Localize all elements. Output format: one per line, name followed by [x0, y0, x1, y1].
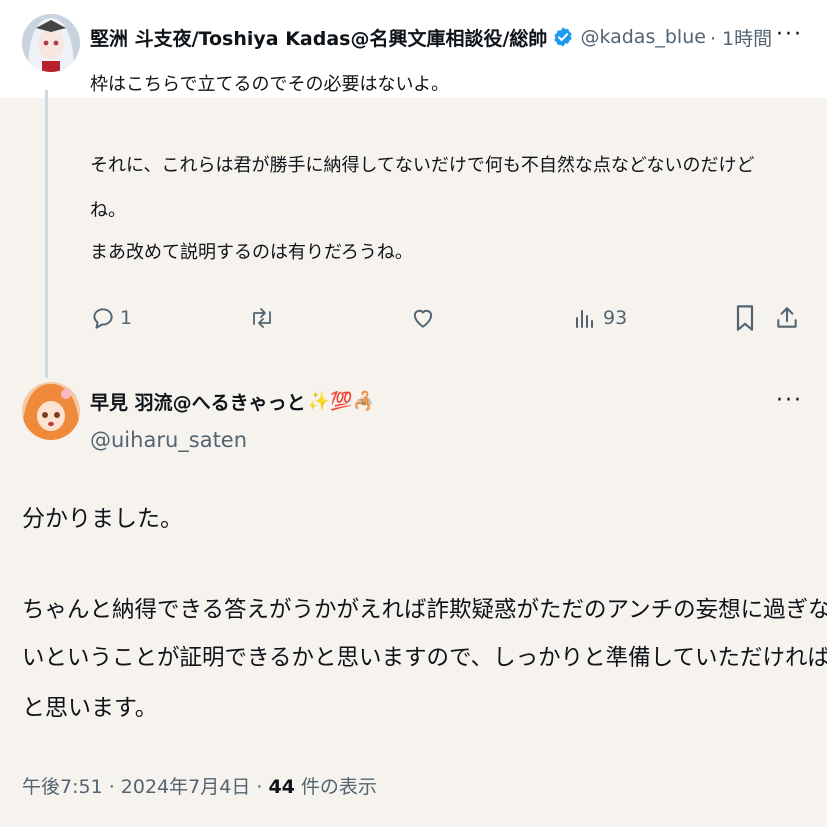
handle[interactable]: @uiharu_saten [90, 428, 247, 452]
views-button[interactable]: 93 [573, 303, 627, 333]
view-count: 44 [268, 776, 295, 798]
bookmark-button[interactable] [733, 303, 757, 333]
main-author: 早見 羽流@へるきゃっと ✨💯🦂 [90, 388, 375, 415]
relative-time[interactable]: · 1時間 [710, 24, 772, 51]
reply-header: 堅洲 斗支夜/Toshiya Kadas@名興文庫相談役/総帥 @kadas_b… [90, 22, 810, 52]
reply-text-line-2: それに、これらは君が勝手に納得してないだけで何も不自然な点などないのだけど [90, 155, 755, 176]
timestamp[interactable]: 午後7:51 · 2024年7月4日 · [22, 776, 268, 798]
display-name[interactable]: 早見 羽流@へるきゃっと [90, 388, 306, 415]
main-text-line-2: ちゃんと納得できる答えがうかがえれば詐欺疑惑がただのアンチの妄想に過ぎな [22, 597, 827, 623]
display-name[interactable]: 堅洲 斗支夜/Toshiya Kadas@名興文庫相談役/総帥 [90, 24, 547, 51]
like-button[interactable] [410, 303, 436, 333]
views-icon [573, 305, 597, 331]
avatar-kadas[interactable] [22, 14, 80, 72]
avatar-uiharu[interactable] [22, 382, 80, 440]
like-icon [410, 305, 436, 331]
reply-text-line-1: 枠はこちらで立てるのでその必要はないよ。 [90, 74, 450, 95]
tweet-meta: 午後7:51 · 2024年7月4日 · 44 件の表示 [22, 772, 377, 799]
reply-text-line-3: ね。 [90, 200, 126, 221]
verified-badge-icon [552, 26, 574, 48]
retweet-icon [248, 305, 276, 331]
share-button[interactable] [774, 303, 800, 333]
thread-connector [45, 90, 48, 378]
view-label: 件の表示 [294, 776, 377, 798]
more-icon[interactable]: ··· [776, 22, 803, 47]
reply-button[interactable]: 1 [90, 303, 132, 333]
views-count: 93 [603, 307, 628, 329]
reply-icon [90, 305, 116, 331]
more-icon[interactable]: ··· [776, 388, 803, 413]
main-text-line-3: いということが証明できるかと思いますので、しっかりと準備していただければ [22, 645, 827, 671]
share-icon [774, 304, 800, 332]
reply-count: 1 [120, 307, 133, 329]
reply-text-line-4: まあ改めて説明するのは有りだろうね。 [90, 242, 413, 263]
bookmark-icon [733, 304, 757, 332]
main-text-line-4: と思います。 [22, 695, 158, 721]
main-text-line-1: 分かりました。 [22, 506, 183, 532]
retweet-button[interactable] [248, 303, 276, 333]
name-emoji: ✨💯🦂 [307, 391, 375, 412]
handle[interactable]: @kadas_blue [580, 26, 706, 48]
